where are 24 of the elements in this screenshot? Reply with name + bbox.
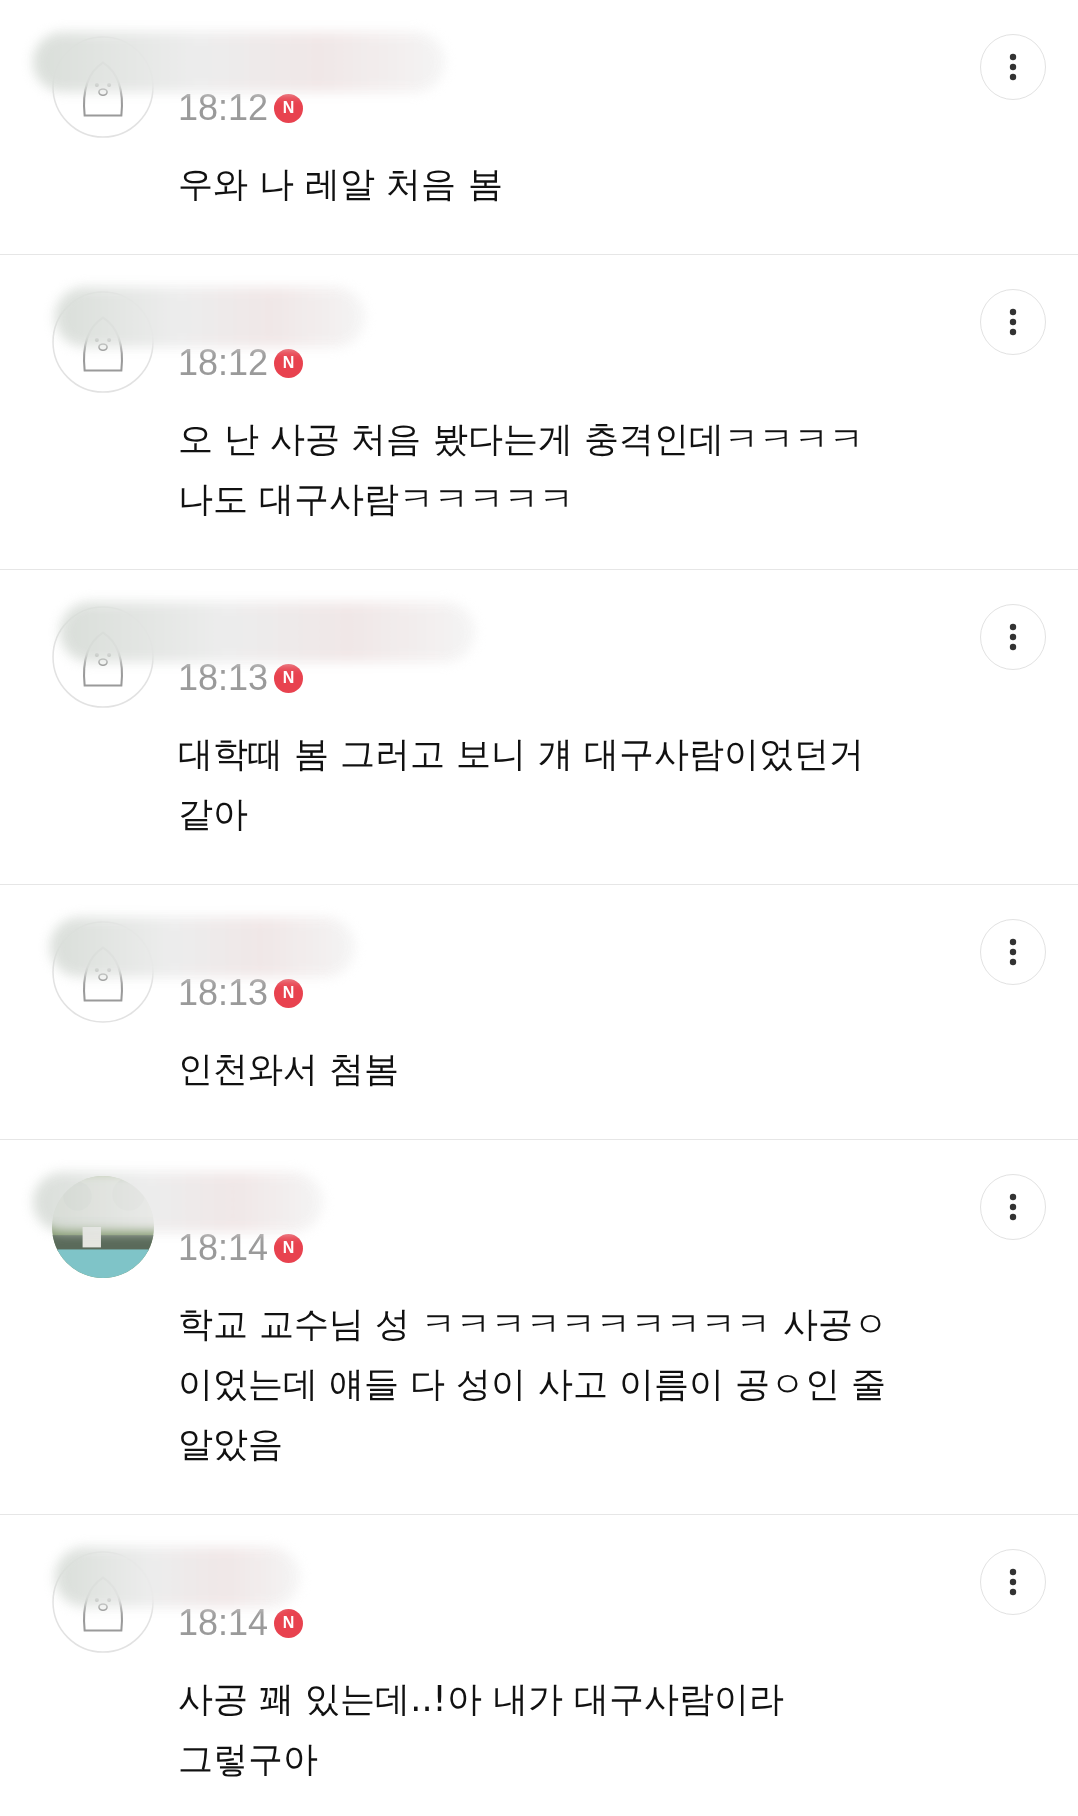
comment-text: 인천와서 첨봄	[178, 1048, 401, 1091]
comment-time: 18:12	[178, 88, 269, 128]
comment-time: 18:14	[178, 1603, 269, 1643]
more-icon	[1009, 1193, 1017, 1221]
new-badge: N	[274, 663, 304, 693]
comment-time: 18:13	[178, 973, 269, 1013]
more-icon	[1009, 308, 1017, 336]
comment-text: 사공 꽤 있는데..!아 내가 대구사람이라 그렇구아	[178, 1678, 785, 1781]
comment-time: 18:12	[178, 343, 269, 383]
comment-text: 대학때 봄 그러고 보니 걔 대구사람이었던거 같아	[178, 733, 865, 836]
comment-text: 학교 교수님 성 ㅋㅋㅋㅋㅋㅋㅋㅋㅋㅋ 사공ㅇ 이었는데 얘들 다 성이 사고 이름이 공ㅇ인 줄 알았음	[178, 1303, 889, 1466]
new-badge: N	[274, 93, 304, 123]
more-icon	[1009, 53, 1017, 81]
comment-text: 오 난 사공 처음 봤다는게 충격인데ㅋㅋㅋㅋ 나도 대구사람ㅋㅋㅋㅋㅋ	[178, 418, 865, 521]
more-icon	[1009, 1568, 1017, 1596]
new-badge: N	[274, 348, 304, 378]
new-badge: N	[274, 978, 304, 1008]
comment-text: 우와 나 레알 처음 봄	[178, 163, 504, 206]
comment-time: 18:14	[178, 1228, 269, 1268]
comment-time: 18:13	[178, 658, 269, 698]
new-badge: N	[274, 1608, 304, 1638]
more-icon	[1009, 623, 1017, 651]
more-icon	[1009, 938, 1017, 966]
new-badge: N	[274, 1233, 304, 1263]
